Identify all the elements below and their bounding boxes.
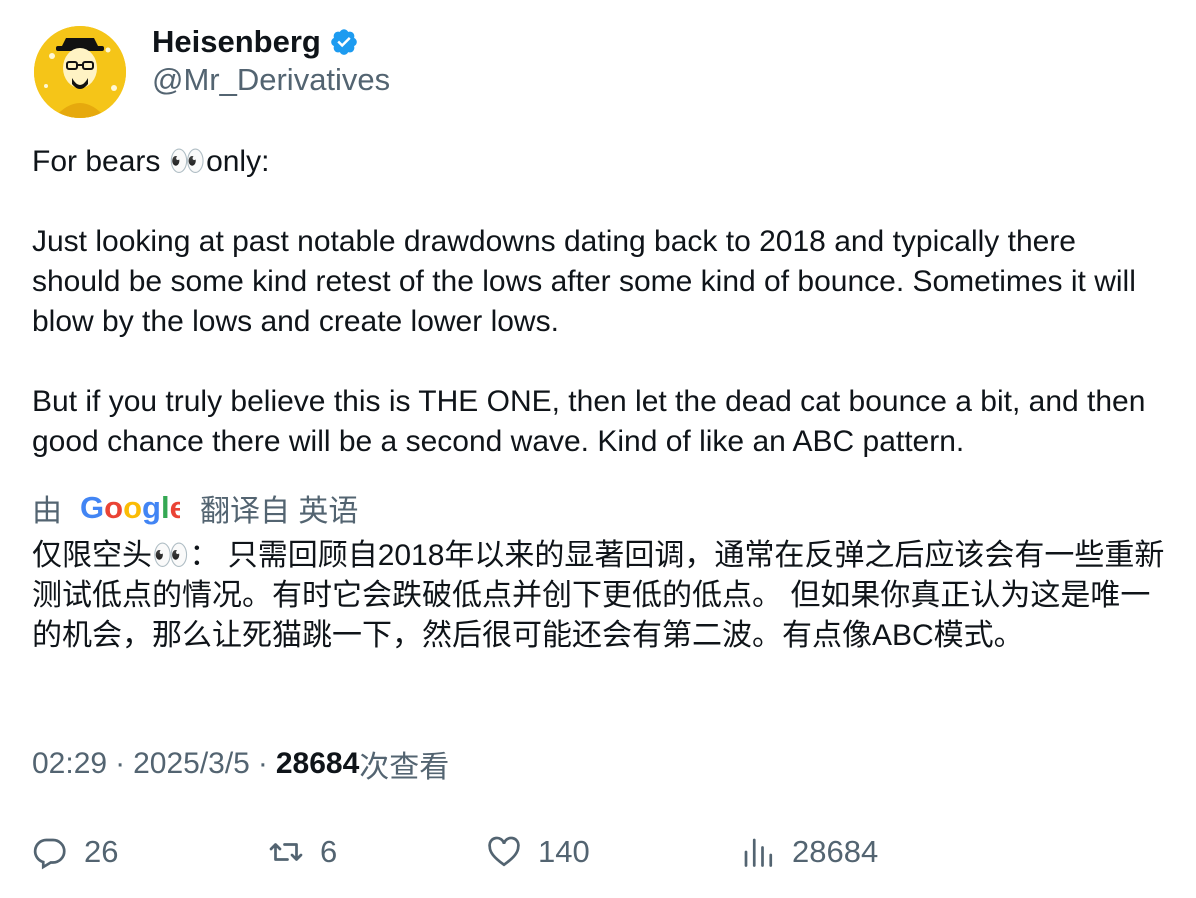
views-suffix: 次查看 bbox=[359, 751, 450, 784]
verified-badge-icon bbox=[331, 29, 357, 55]
like-button[interactable]: 140 bbox=[486, 830, 590, 874]
tweet-meta: 02:29 · 2025/3/5 · 28684 次查看 bbox=[32, 744, 449, 784]
meta-separator: · bbox=[257, 747, 268, 780]
translation-attribution[interactable]: 由 Google 翻译自 英语 bbox=[32, 486, 358, 530]
reply-icon bbox=[33, 838, 66, 870]
analytics-icon bbox=[744, 838, 773, 867]
translated-text: 仅限空头👀： 只需回顾自2018年以来的显著回调，通常在反弹之后应该会有一些重新… bbox=[32, 539, 1165, 652]
like-count: 140 bbox=[538, 834, 590, 869]
retweet-icon bbox=[269, 843, 303, 861]
author-name-row: Heisenberg bbox=[152, 22, 359, 62]
author-handle[interactable]: @Mr_Derivatives bbox=[152, 62, 390, 98]
views-count: 28684 bbox=[275, 747, 360, 780]
google-logo-icon: Google bbox=[80, 490, 180, 525]
author-name[interactable]: Heisenberg bbox=[152, 24, 321, 60]
views-button[interactable]: 28684 bbox=[740, 830, 878, 874]
reply-count: 26 bbox=[84, 834, 119, 869]
translation-prefix: 由 bbox=[32, 495, 62, 528]
retweet-button[interactable]: 6 bbox=[268, 830, 337, 874]
translation-suffix: 翻译自 英语 bbox=[200, 495, 359, 528]
tweet-time[interactable]: 02:29 bbox=[32, 747, 107, 781]
action-bar: 26 6 140 28684 bbox=[32, 830, 1172, 874]
tweet-text: For bears 👀only: Just looking at past no… bbox=[32, 142, 1172, 462]
avatar-illustration bbox=[34, 26, 126, 118]
tweet-date[interactable]: 2025/3/5 bbox=[133, 747, 250, 781]
heart-icon bbox=[488, 836, 520, 867]
avatar[interactable] bbox=[34, 26, 126, 118]
tweet-paragraph: But if you truly believe this is THE ONE… bbox=[32, 385, 1146, 458]
retweet-count: 6 bbox=[320, 834, 338, 869]
tweet-paragraph: Just looking at past notable drawdowns d… bbox=[32, 225, 1136, 338]
svg-text:Google: Google bbox=[80, 490, 180, 525]
reply-button[interactable]: 26 bbox=[32, 830, 118, 874]
views-action-count: 28684 bbox=[792, 834, 879, 869]
meta-separator: · bbox=[115, 747, 126, 780]
tweet-paragraph: For bears 👀only: bbox=[32, 145, 270, 178]
